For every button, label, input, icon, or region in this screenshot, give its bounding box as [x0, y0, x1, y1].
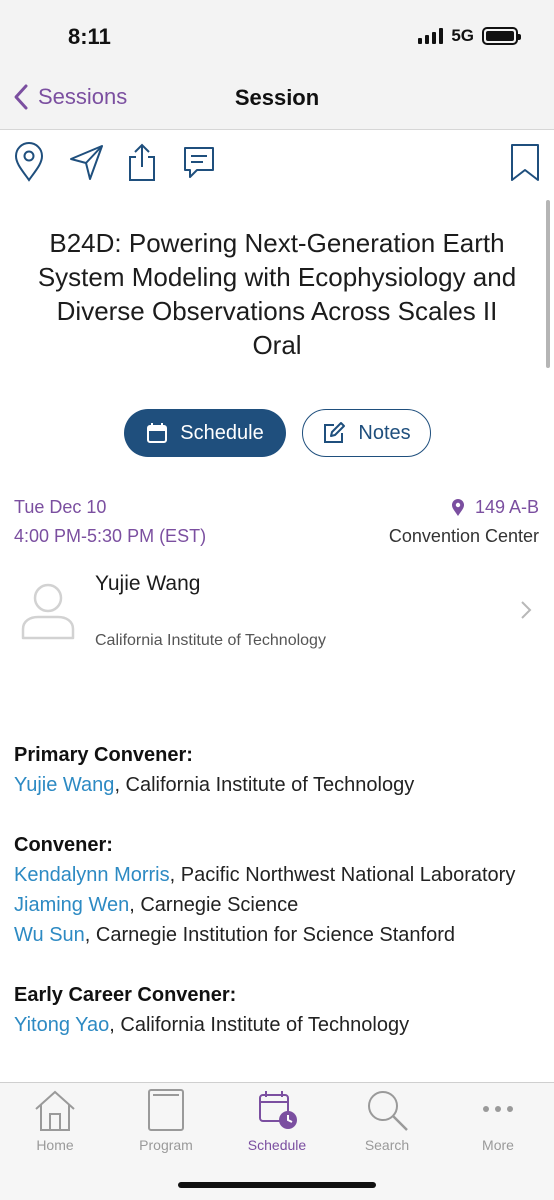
edit-note-icon — [324, 422, 346, 443]
comment-icon — [184, 147, 214, 178]
share-button[interactable] — [123, 140, 161, 184]
session-location[interactable]: 149 A-B Convention Center — [389, 493, 539, 551]
home-indicator[interactable] — [178, 1182, 376, 1188]
convener-link[interactable]: Wu Sun — [14, 924, 85, 946]
session-title: B24D: Powering Next-Generation Earth Sys… — [37, 228, 517, 360]
status-indicators: 5G — [418, 26, 521, 46]
convener-entry: Yitong Yao, California Institute of Tech… — [14, 1010, 542, 1040]
primary-convener-heading: Primary Convener: — [14, 744, 193, 766]
convener-link[interactable]: Jiaming Wen — [14, 894, 129, 916]
tab-home[interactable]: Home — [0, 1087, 110, 1153]
convener-affiliation: , Pacific Northwest National Laboratory — [169, 864, 516, 886]
convener-affiliation: , California Institute of Technology — [114, 774, 415, 796]
status-bar: 8:11 5G — [0, 0, 554, 70]
search-icon — [368, 1091, 408, 1131]
session-toolbar — [0, 140, 554, 188]
notes-button[interactable]: Notes — [302, 409, 431, 457]
scrollbar[interactable] — [546, 200, 550, 368]
book-icon — [148, 1089, 184, 1131]
tab-schedule[interactable]: Schedule — [222, 1087, 332, 1153]
send-icon — [70, 145, 103, 180]
location-button[interactable] — [10, 140, 48, 184]
notes-button-label: Notes — [358, 421, 411, 444]
bookmark-icon — [511, 144, 539, 181]
tab-program[interactable]: Program — [111, 1087, 221, 1153]
send-button[interactable] — [67, 140, 105, 184]
chevron-left-icon — [14, 84, 28, 110]
primary-convener-group: Primary Convener: Yujie Wang, California… — [14, 740, 542, 800]
tab-label: Search — [364, 1137, 410, 1153]
schedule-button-label: Schedule — [180, 421, 264, 444]
location-room: 149 A-B — [474, 497, 539, 517]
convener-entry: Yujie Wang, California Institute of Tech… — [14, 770, 542, 800]
share-icon — [129, 143, 155, 181]
back-button[interactable]: Sessions — [12, 82, 127, 112]
convener-affiliation: , Carnegie Institution for Science Stanf… — [84, 924, 455, 946]
tab-label: Schedule — [247, 1137, 307, 1153]
session-date: Tue Dec 10 — [14, 497, 107, 517]
location-pin-icon — [451, 498, 464, 516]
comment-button[interactable] — [180, 140, 218, 184]
convener-link[interactable]: Yitong Yao — [14, 1014, 109, 1036]
convener-link[interactable]: Kendalynn Morris — [14, 864, 170, 886]
convener-link[interactable]: Yujie Wang — [14, 774, 114, 796]
conveners-section: Primary Convener: Yujie Wang, California… — [14, 740, 542, 1070]
avatar-placeholder-icon — [21, 583, 75, 640]
convener-group: Convener: Kendalynn Morris, Pacific Nort… — [14, 830, 542, 950]
tab-search[interactable]: Search — [332, 1087, 442, 1153]
location-venue: Convention Center — [388, 526, 539, 546]
status-time: 8:11 — [68, 24, 111, 49]
session-time: 4:00 PM-5:30 PM (EST) — [14, 526, 207, 546]
tab-more[interactable]: More — [443, 1087, 553, 1153]
early-career-convener-heading: Early Career Convener: — [14, 984, 237, 1006]
tab-label: More — [482, 1137, 514, 1153]
tab-bar: Home Program Schedule Search More — [0, 1082, 554, 1200]
home-icon — [35, 1090, 75, 1131]
convener-entry: Kendalynn Morris, Pacific Northwest Nati… — [14, 860, 542, 890]
network-label: 5G — [451, 26, 474, 45]
more-dots-icon — [483, 1106, 513, 1112]
convener-heading: Convener: — [14, 834, 113, 856]
tab-label: Program — [139, 1137, 193, 1153]
early-career-convener-group: Early Career Convener: Yitong Yao, Calif… — [14, 980, 542, 1040]
person-name: Yujie Wang — [95, 572, 201, 595]
back-button-label: Sessions — [38, 84, 128, 109]
battery-icon — [482, 27, 521, 45]
calendar-clock-icon — [259, 1091, 297, 1129]
chevron-right-icon — [521, 601, 532, 619]
location-room-row: 149 A-B — [389, 493, 539, 522]
tab-label: Home — [36, 1137, 74, 1153]
person-affiliation: California Institute of Technology — [95, 632, 326, 649]
bookmark-button[interactable] — [506, 140, 544, 184]
navigation-bar: Sessions Session — [0, 70, 554, 130]
convener-entry: Jiaming Wen, Carnegie Science — [14, 890, 542, 920]
schedule-button[interactable]: Schedule — [124, 409, 286, 457]
session-datetime: Tue Dec 10 4:00 PM-5:30 PM (EST) — [14, 493, 206, 551]
calendar-icon — [147, 423, 168, 443]
signal-icon — [418, 28, 444, 44]
person-row[interactable]: Yujie Wang California Institute of Techn… — [0, 560, 554, 660]
convener-affiliation: , California Institute of Technology — [109, 1014, 410, 1036]
location-pin-icon — [14, 142, 44, 182]
convener-entry: Wu Sun, Carnegie Institution for Science… — [14, 920, 542, 950]
convener-affiliation: , Carnegie Science — [129, 894, 299, 916]
